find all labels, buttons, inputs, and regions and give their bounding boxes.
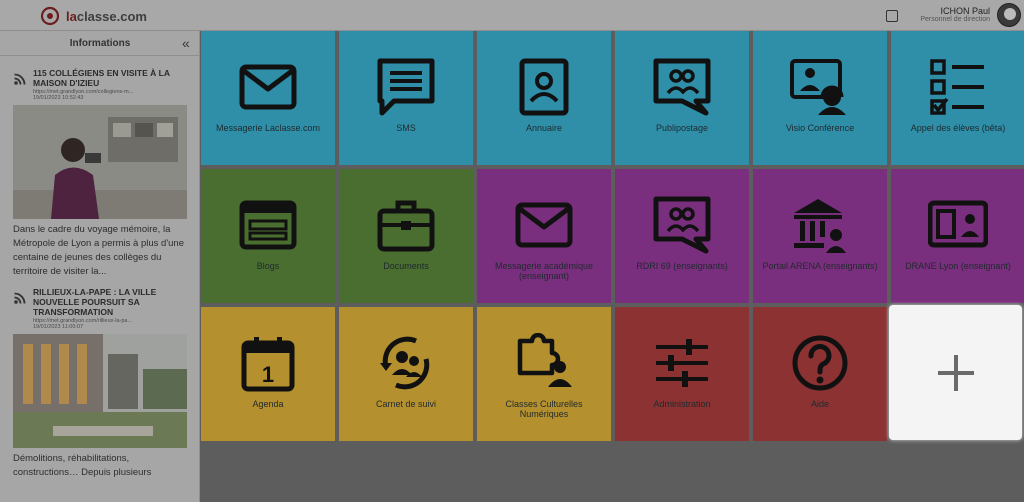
tile-label: Visio Conférence [785,123,855,133]
tile-visio[interactable]: Visio Conférence [753,31,887,165]
select-checkbox[interactable] [886,10,898,22]
sidebar-title: Informations [69,38,131,49]
news-item[interactable]: RILLIEUX-LA-PAPE : LA VILLE NOUVELLE POU… [0,279,199,480]
tile-classes-culturelles[interactable]: Classes Culturelles Numériques [477,307,611,441]
tile-agenda[interactable]: 1 Agenda [201,307,335,441]
tile-label: Aide [810,399,829,409]
news-sidebar: Informations « 115 COLLÉGIENS EN VISITE … [0,31,200,502]
tile-label: DRANE Lyon (enseignant) [905,261,1011,271]
tile-label: Publipostage [655,123,709,133]
plus-icon [938,355,974,391]
tile-label: Carnet de suivi [375,399,437,409]
tile-label: Blogs [256,261,280,271]
add-tile-button[interactable] [889,305,1022,440]
tile-appel-eleves[interactable]: Appel des élèves (bêta) [891,31,1024,165]
laclasse-logo[interactable]: laclasse.com [40,6,147,26]
news-item[interactable]: 115 COLLÉGIENS EN VISITE À LA MAISON D'I… [0,56,199,279]
tile-label: Portail ARENA (enseignants) [762,261,878,271]
chat-icon [377,58,435,116]
contact-card-icon [519,58,569,116]
news-date: 19/01/2023 11:00:07 [33,324,84,330]
question-icon [792,335,848,391]
video-conference-icon [790,59,846,115]
tile-drane-lyon[interactable]: DRANE Lyon (enseignant) [891,169,1024,303]
tile-rdri69[interactable]: RDRI 69 (enseignants) [615,169,749,303]
news-excerpt: Dans le cadre du voyage mémoire, la Métr… [13,224,184,277]
tile-messagerie[interactable]: Messagerie Laclasse.com [201,31,335,165]
tile-label: Annuaire [525,123,563,133]
user-info[interactable]: ICHON Paul Personnel de direction [920,6,990,23]
tile-blogs[interactable]: Blogs [201,169,335,303]
avatar[interactable] [997,3,1021,27]
briefcase-icon [377,200,435,252]
envelope-icon [515,202,573,248]
news-photo[interactable] [13,334,187,448]
user-name: ICHON Paul [940,6,990,16]
sliders-icon [656,339,708,387]
tile-label: Classes Culturelles Numériques [505,399,583,419]
collapse-chevrons-icon[interactable]: « [182,36,190,50]
rss-icon [14,292,26,304]
tile-label: Agenda [252,399,284,409]
news-date: 19/01/2023 10:52:43 [33,95,84,101]
institution-icon [794,199,846,253]
news-photo[interactable] [13,105,187,219]
news-title[interactable]: 115 COLLÉGIENS EN VISITE À LA MAISON D'I… [33,68,186,88]
logo-text: laclasse.com [66,8,147,24]
tile-annuaire[interactable]: Annuaire [477,31,611,165]
envelope-icon [239,64,297,110]
puzzle-user-icon [517,333,572,387]
tile-carnet-suivi[interactable]: Carnet de suivi [339,307,473,441]
tile-label: Appel des élèves (bêta) [910,123,1006,133]
svg-text:1: 1 [262,362,274,387]
tile-documents[interactable]: Documents [339,169,473,303]
news-excerpt: Démolitions, réhabilitations, constructi… [13,453,152,478]
tile-publipostage[interactable]: Publipostage [615,31,749,165]
tile-label: Messagerie Laclasse.com [215,123,321,133]
group-message-icon [653,58,711,116]
sidebar-header: Informations « [0,31,199,56]
tile-messagerie-academique[interactable]: Messagerie académique (enseignant) [477,169,611,303]
user-role: Personnel de direction [920,16,990,23]
tile-portail-arena[interactable]: Portail ARENA (enseignants) [753,169,887,303]
checklist-icon [930,59,984,115]
group-message-icon [653,196,711,254]
tile-label: Administration [653,399,711,409]
id-panel-icon [928,200,988,248]
rss-icon [14,73,26,85]
logo-icon [40,6,60,26]
tile-aide[interactable]: Aide [753,307,887,441]
top-bar: laclasse.com ICHON Paul Personnel de dir… [0,0,1024,31]
tile-label: SMS [396,123,416,133]
user-cycle-icon [380,336,430,390]
tile-label: Messagerie académique (enseignant) [494,261,594,281]
tile-administration[interactable]: Administration [615,307,749,441]
news-title[interactable]: RILLIEUX-LA-PAPE : LA VILLE NOUVELLE POU… [33,287,186,317]
tile-sms[interactable]: SMS [339,31,473,165]
calendar-icon: 1 [241,337,295,392]
layout-icon [239,200,297,250]
tile-label: RDRI 69 (enseignants) [636,261,728,271]
tile-label: Documents [383,261,429,271]
